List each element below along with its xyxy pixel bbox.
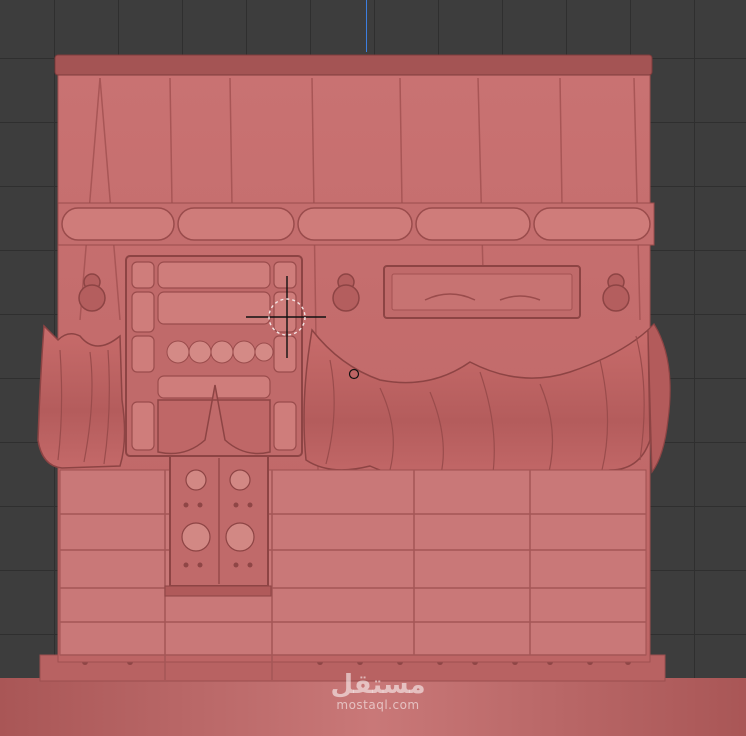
watermark-latin: mostaql.com: [336, 698, 420, 712]
right-drape-tassel: [647, 323, 671, 474]
left-drape: [37, 324, 126, 469]
watermark-arabic: مستقل: [330, 670, 426, 700]
watermark: مستقل mostaql.com: [318, 672, 438, 712]
inscription-plaque-inner: [391, 273, 573, 311]
door-threshold: [164, 585, 272, 597]
roof-cornice: [54, 54, 653, 76]
band-cartouches: [61, 207, 651, 241]
viewport-3d-model[interactable]: [0, 0, 746, 736]
lower-masonry: [59, 469, 647, 656]
